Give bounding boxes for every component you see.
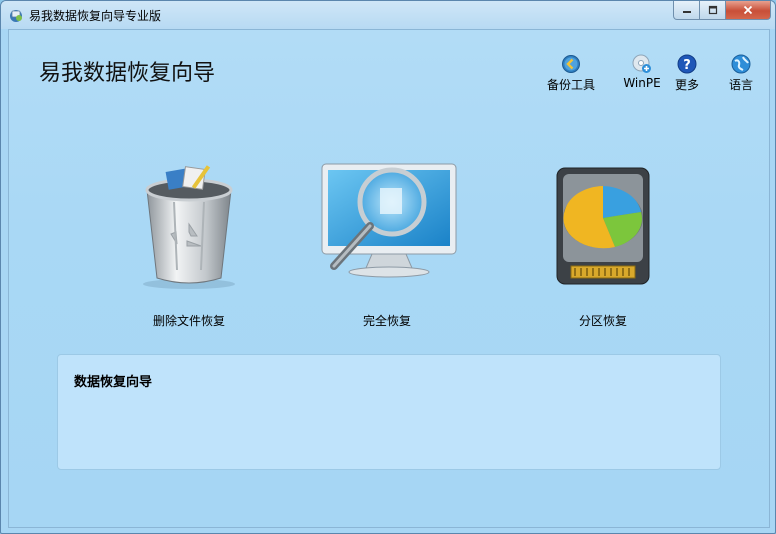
feature-full-recovery-label: 完全恢复: [362, 314, 411, 328]
app-window: 易我数据恢复向导专业版 易我数据恢复向导 备份工具 WinPE ? 更多 语言 …: [0, 0, 776, 534]
page-title: 易我数据恢复向导: [39, 61, 216, 86]
maximize-button[interactable]: [700, 1, 726, 20]
title-bar[interactable]: 易我数据恢复向导专业版: [1, 1, 775, 29]
close-button[interactable]: [726, 1, 771, 20]
feature-deleted-file-recovery[interactable]: 删除文件恢复: [109, 160, 269, 329]
main-content: 易我数据恢复向导 备份工具 WinPE ? 更多 语言 删除文件恢复 完全恢复 …: [8, 29, 770, 528]
description-title: 数据恢复向导: [74, 375, 153, 390]
svg-text:?: ?: [683, 58, 691, 73]
close-icon: [743, 5, 753, 15]
maximize-icon: [708, 5, 717, 15]
app-logo-icon: [10, 10, 22, 22]
recycle-bin-icon: [143, 165, 235, 289]
toolbar-more[interactable]: ? 更多: [657, 54, 717, 93]
minimize-icon: [682, 11, 691, 13]
feature-partition-recovery-label: 分区恢复: [578, 314, 627, 328]
feature-deleted-file-recovery-label: 删除文件恢复: [152, 314, 225, 328]
window-title: 易我数据恢复向导专业版: [29, 9, 162, 23]
minimize-button[interactable]: [673, 1, 700, 20]
hard-drive-pie-icon: [556, 167, 650, 285]
feature-full-recovery[interactable]: 完全恢复: [307, 160, 467, 329]
back-arrow-icon: [562, 55, 580, 73]
toolbar-language[interactable]: 语言: [711, 54, 771, 93]
toolbar-language-label: 语言: [728, 78, 753, 92]
help-icon: ?: [677, 54, 697, 74]
toolbar-winpe-label: WinPE: [623, 76, 661, 90]
feature-partition-recovery[interactable]: 分区恢复: [523, 160, 683, 329]
winpe-disc-icon: [632, 54, 651, 73]
description-panel: 数据恢复向导: [57, 354, 721, 470]
toolbar-backup-tools[interactable]: 备份工具: [541, 54, 601, 93]
window-controls: [673, 1, 771, 21]
globe-icon: [731, 54, 751, 74]
toolbar-more-label: 更多: [674, 78, 699, 92]
toolbar-backup-tools-label: 备份工具: [546, 78, 595, 92]
monitor-magnifier-icon: [321, 163, 457, 278]
